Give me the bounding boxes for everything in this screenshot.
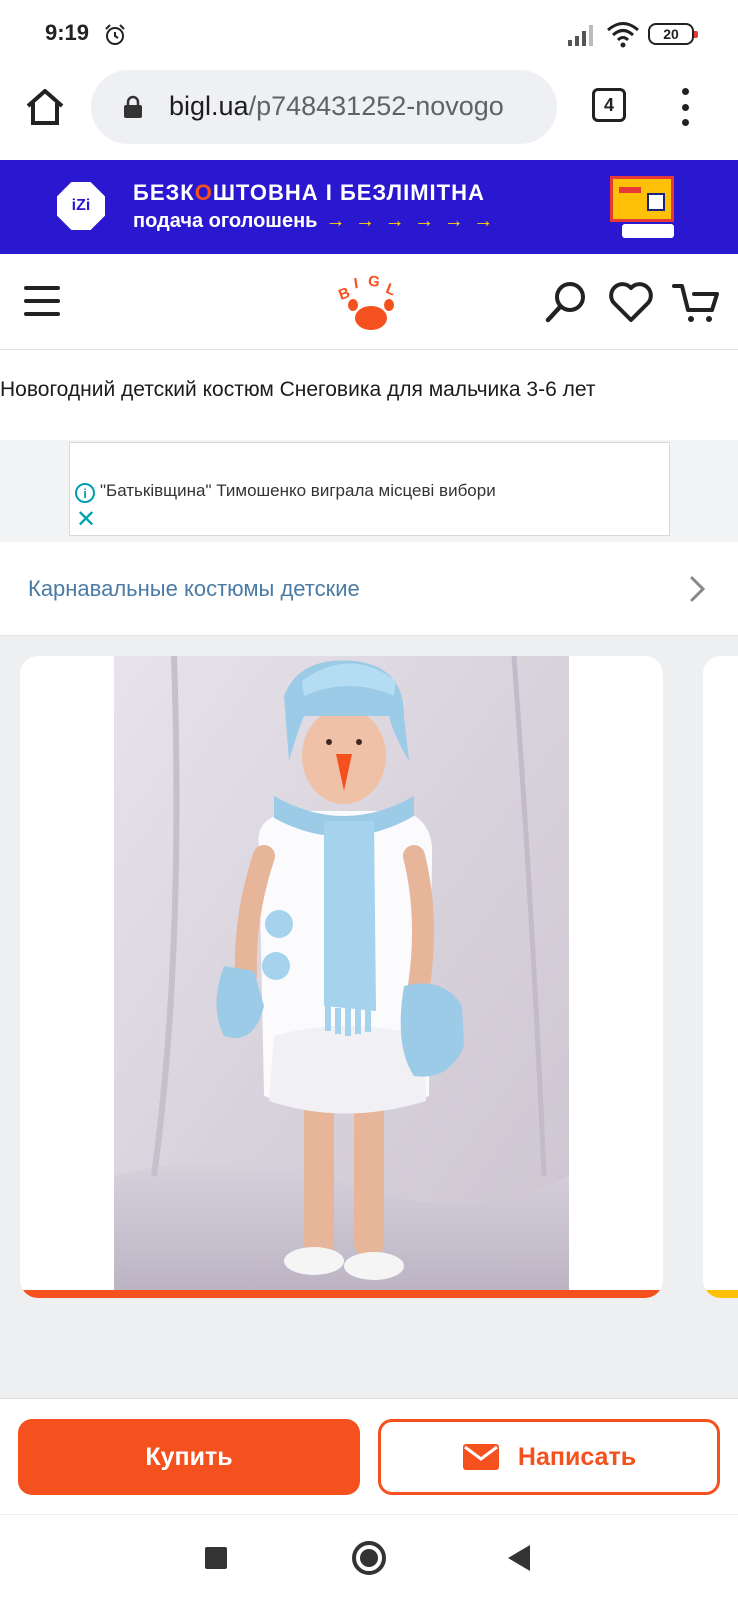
mail-icon — [462, 1444, 499, 1470]
promo-headline-part-a: БЕЗК — [133, 180, 195, 205]
promo-headline-part-b: ШТОВНА І БЕЗЛІМІТНА — [212, 180, 485, 205]
signal-icon — [568, 25, 593, 46]
lock-icon — [124, 95, 142, 118]
address-bar[interactable]: bigl.ua/p748431252-novogo — [91, 70, 557, 144]
svg-text:L: L — [383, 280, 398, 299]
url-domain: bigl.ua — [169, 91, 249, 121]
product-gallery[interactable] — [0, 636, 738, 1398]
promo-arrows: → → → → → → — [325, 210, 496, 232]
status-time: 9:19 — [45, 20, 90, 45]
kebab-menu-icon[interactable] — [678, 88, 692, 126]
gallery-slide-active[interactable] — [20, 656, 663, 1298]
write-button-label: Написать — [517, 1442, 637, 1471]
home-circle-icon[interactable] — [352, 1541, 386, 1575]
promo-box-illustration — [610, 176, 674, 222]
status-bar: 9:19 20 — [0, 0, 738, 66]
wifi-icon — [607, 22, 639, 48]
action-bar: Купить Написать — [0, 1398, 738, 1514]
battery-icon: 20 — [648, 23, 698, 45]
recent-apps-icon[interactable] — [205, 1547, 227, 1569]
site-header: B I G L — [0, 254, 738, 350]
izi-logo: iZi — [57, 182, 105, 230]
cart-icon[interactable] — [672, 280, 720, 324]
tabs-icon[interactable]: 4 — [592, 88, 626, 122]
svg-text:I: I — [353, 275, 359, 292]
close-icon[interactable]: ✕ — [75, 508, 97, 532]
buy-button[interactable]: Купить — [18, 1419, 360, 1495]
gallery-slide-next[interactable] — [703, 656, 738, 1298]
heart-icon[interactable] — [608, 280, 654, 324]
ad-banner[interactable]: i "Батьківщина" Тимошенко виграла місцев… — [69, 442, 670, 536]
url-path: /p748431252-novogo — [248, 91, 504, 121]
promo-cart-illustration — [622, 224, 674, 238]
gallery-accent-bar — [20, 1290, 663, 1298]
alarm-icon — [105, 24, 125, 45]
write-button[interactable]: Написать — [378, 1419, 720, 1495]
ad-zone: i "Батьківщина" Тимошенко виграла місцев… — [0, 440, 738, 542]
info-icon[interactable]: i — [75, 483, 95, 503]
bigl-logo[interactable]: B I G L — [336, 274, 406, 334]
promo-headline-accent: О — [194, 180, 213, 205]
search-icon[interactable] — [544, 280, 588, 324]
gallery-next-accent-bar — [703, 1290, 738, 1298]
home-icon[interactable] — [24, 86, 66, 128]
product-title: Новогодний детский костюм Снеговика для … — [0, 378, 596, 401]
promo-headline: БЕЗКОШТОВНА І БЕЗЛІМІТНА — [133, 180, 485, 206]
category-breadcrumb[interactable]: Карнавальные костюмы детские — [0, 542, 738, 636]
promo-subline: подача оголошень → → → → → → — [133, 210, 495, 233]
url-text: bigl.ua/p748431252-novogo — [169, 91, 504, 122]
product-photo[interactable] — [114, 656, 569, 1290]
back-icon[interactable] — [508, 1545, 530, 1571]
promo-banner[interactable]: iZi БЕЗКОШТОВНА І БЕЗЛІМІТНА подача огол… — [0, 160, 738, 254]
chevron-right-icon — [690, 576, 706, 602]
category-link[interactable]: Карнавальные костюмы детские — [28, 576, 360, 602]
promo-subline-text: подача оголошень — [133, 210, 318, 232]
menu-icon[interactable] — [24, 286, 60, 316]
browser-toolbar: bigl.ua/p748431252-novogo 4 — [0, 66, 738, 160]
system-nav-bar — [0, 1514, 738, 1600]
svg-text:G: G — [367, 274, 381, 291]
ad-text[interactable]: "Батьківщина" Тимошенко виграла місцеві … — [100, 481, 496, 501]
